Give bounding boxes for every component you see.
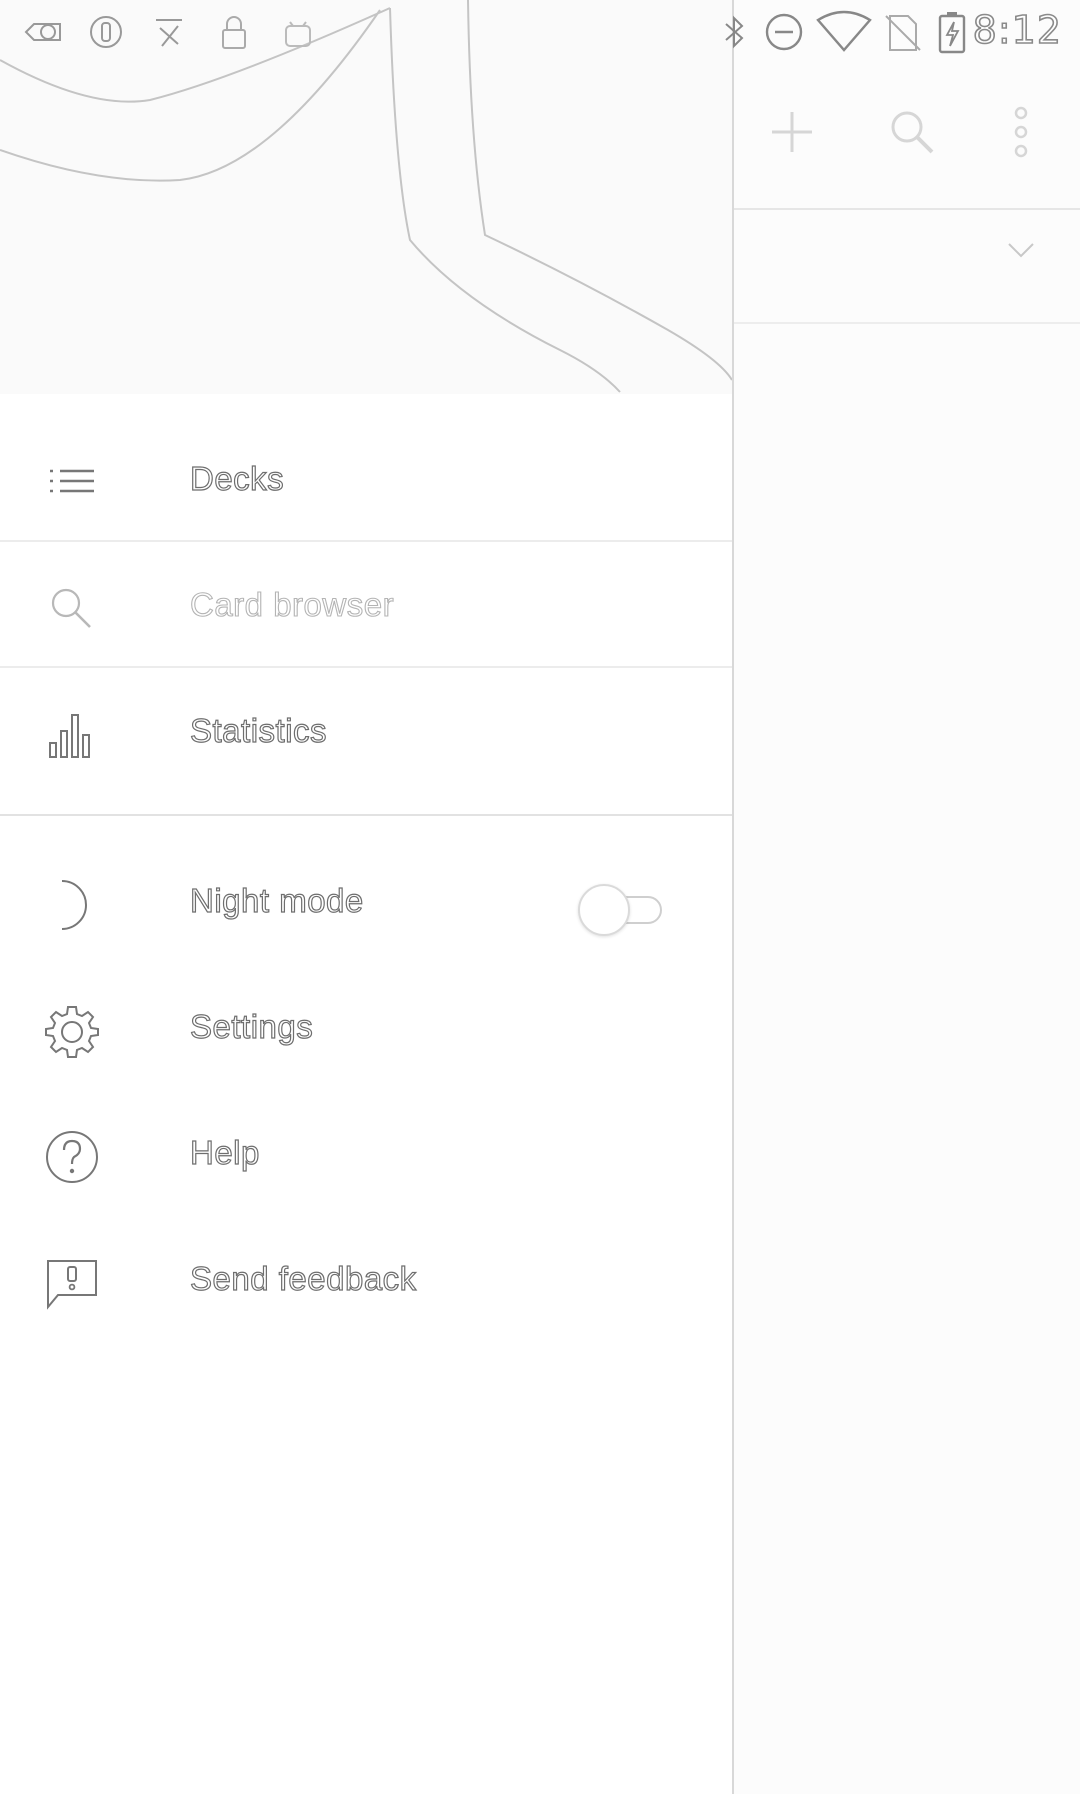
nav-label-decks: Decks xyxy=(189,459,285,497)
nav-item-help[interactable]: Help xyxy=(0,1092,732,1216)
deck-selector[interactable] xyxy=(734,210,1080,324)
nav-item-settings[interactable]: Settings xyxy=(0,966,732,1090)
moon-icon xyxy=(61,880,87,930)
nav-item-statistics[interactable]: Statistics xyxy=(0,670,732,794)
bar-chart-icon xyxy=(49,714,90,758)
no-sim-icon xyxy=(885,15,921,51)
nav-label-statistics: Statistics xyxy=(189,711,328,749)
notification-badge-icon xyxy=(24,23,61,41)
help-icon xyxy=(46,1131,98,1183)
list-icon xyxy=(50,469,94,493)
navigation-drawer: Decks Card browser Statistics Night mode xyxy=(0,0,734,1794)
search-icon xyxy=(51,588,91,628)
chevron-down-icon xyxy=(1008,243,1034,258)
bluetooth-icon xyxy=(725,15,744,49)
nav-item-night-mode[interactable]: Night mode xyxy=(0,840,732,964)
feedback-icon xyxy=(47,1260,97,1310)
toggle-thumb xyxy=(578,884,630,936)
search-icon[interactable] xyxy=(884,104,940,160)
do-not-disturb-icon xyxy=(765,13,803,51)
night-mode-toggle[interactable] xyxy=(578,882,664,938)
battery-charging-icon xyxy=(938,12,966,54)
add-icon[interactable] xyxy=(764,104,820,160)
status-time: 8:12 xyxy=(972,7,1062,53)
nav-label-settings: Settings xyxy=(189,1007,314,1045)
nav-label-help: Help xyxy=(189,1133,260,1171)
android-icon xyxy=(285,21,311,47)
nav-item-send-feedback[interactable]: Send feedback xyxy=(0,1218,732,1342)
nav-label-night-mode: Night mode xyxy=(189,881,364,919)
more-vert-icon[interactable] xyxy=(1006,104,1036,160)
main-content xyxy=(734,0,1080,1794)
nav-item-card-browser[interactable]: Card browser xyxy=(0,544,732,668)
lock-icon xyxy=(222,16,246,49)
app-notification-icon xyxy=(156,19,182,47)
nav-label-send-feedback: Send feedback xyxy=(189,1259,417,1297)
nav-item-decks[interactable]: Decks xyxy=(0,418,732,542)
wifi-icon xyxy=(816,10,872,52)
gear-icon xyxy=(45,1006,99,1058)
section-divider xyxy=(0,814,732,816)
nav-label-card-browser: Card browser xyxy=(189,585,395,623)
app-toolbar xyxy=(734,62,1080,210)
status-bar: 8:12 xyxy=(0,0,1080,62)
circle-status-icon xyxy=(90,16,122,48)
